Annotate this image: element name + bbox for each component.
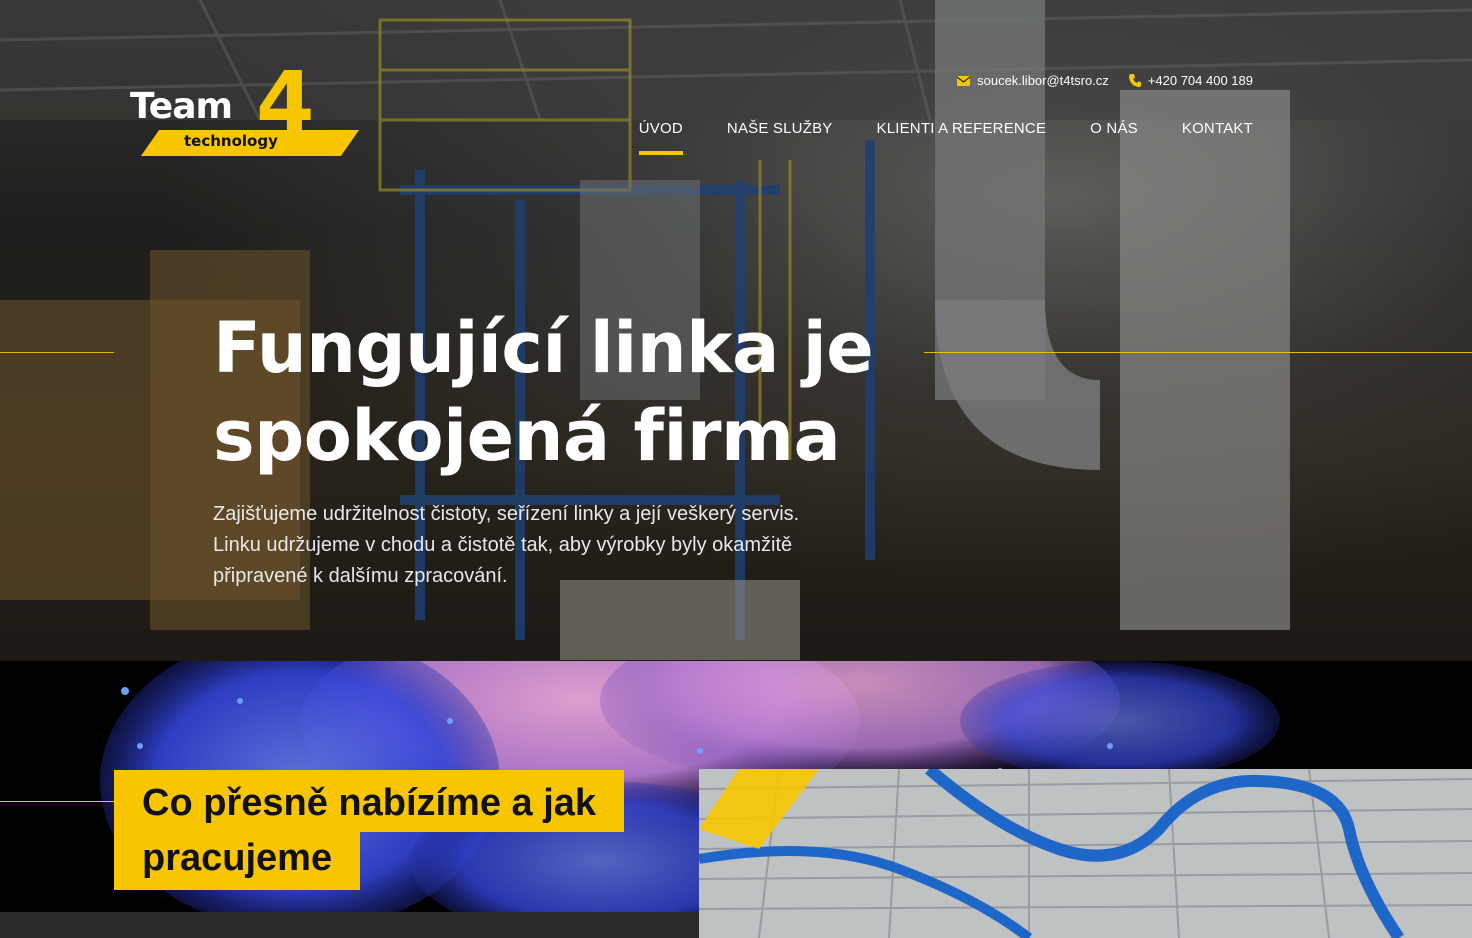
phone-contact[interactable]: +420 704 400 189 — [1128, 73, 1253, 88]
services-title: Co přesně nabízíme a jak pracujeme — [114, 770, 625, 890]
conveyor-image — [699, 769, 1472, 938]
section-bottom-band — [0, 912, 699, 938]
logo-word: Team — [130, 86, 233, 127]
phone-link[interactable]: +420 704 400 189 — [1148, 73, 1253, 88]
decor-line-left — [0, 352, 114, 353]
contact-bar: soucek.libor@t4tsro.cz +420 704 400 189 — [957, 73, 1253, 88]
hero-headline-line1: Fungující linka je — [213, 307, 874, 389]
email-link[interactable]: soucek.libor@t4tsro.cz — [977, 73, 1109, 88]
services-title-line2: pracujeme — [114, 832, 361, 890]
team4-logo[interactable]: 4 Team technology — [128, 60, 368, 162]
decor-line-right — [924, 352, 1472, 353]
hero-lead: Zajišťujeme udržitelnost čistoty, seříze… — [213, 499, 913, 592]
logo-subtitle: technology — [184, 132, 278, 150]
section2-decor-line — [0, 801, 114, 802]
conveyor-photo — [699, 769, 1472, 938]
phone-icon — [1128, 74, 1141, 87]
nav-item-klienti-a-reference[interactable]: KLIENTI A REFERENCE — [876, 120, 1046, 155]
envelope-icon — [957, 75, 971, 86]
hero-headline: Fungující linka je spokojená firma — [213, 304, 933, 480]
hero-lead-line3: připravené k dalšímu zpracování. — [213, 565, 508, 587]
nav-item-nase-sluzby[interactable]: NAŠE SLUŽBY — [727, 120, 833, 155]
main-nav: ÚVOD NAŠE SLUŽBY KLIENTI A REFERENCE O N… — [638, 120, 1253, 155]
hero-headline-line2: spokojená firma — [213, 395, 841, 477]
hero-lead-line1: Zajišťujeme udržitelnost čistoty, seříze… — [213, 503, 800, 525]
nav-item-uvod[interactable]: ÚVOD — [638, 120, 684, 155]
email-contact[interactable]: soucek.libor@t4tsro.cz — [957, 73, 1109, 88]
services-title-line1: Co přesně nabízíme a jak — [114, 770, 625, 832]
nav-item-kontakt[interactable]: KONTAKT — [1182, 120, 1253, 155]
nav-item-o-nas[interactable]: O NÁS — [1090, 120, 1138, 155]
hero-lead-line2: Linku udržujeme v chodu a čistotě tak, a… — [213, 534, 793, 556]
